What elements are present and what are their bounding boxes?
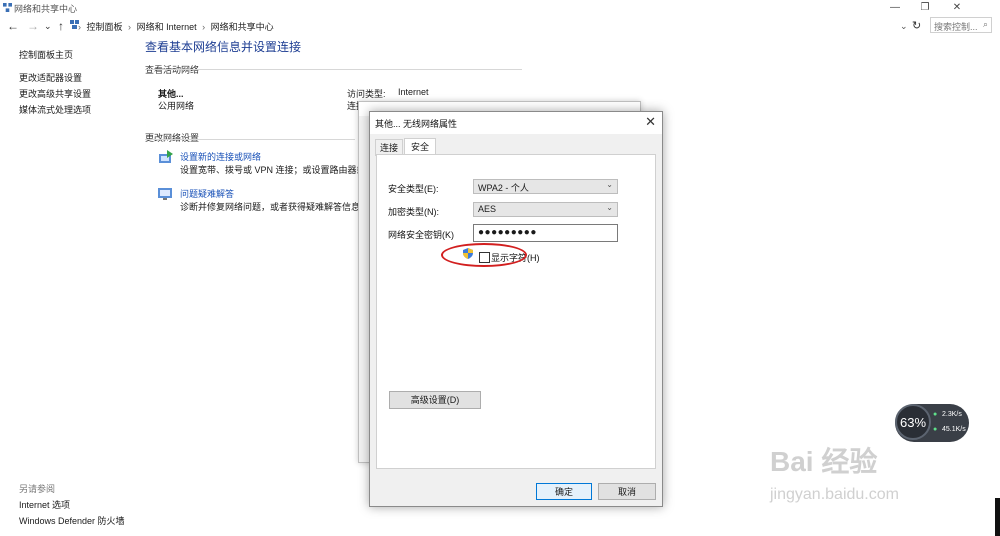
access-type-value: Internet: [398, 87, 429, 97]
cancel-button[interactable]: 取消: [598, 483, 656, 500]
troubleshoot-icon: [158, 188, 172, 200]
up-button[interactable]: ↑: [58, 19, 64, 33]
usage-percent: 63%: [895, 404, 931, 440]
download-speed: 45.1K/s: [942, 426, 966, 433]
edge-bar: [995, 498, 1000, 536]
setup-new-connection-desc: 设置宽带、拨号或 VPN 连接；或设置路由器或接入: [180, 165, 384, 175]
chevron-down-icon: ⌄: [606, 180, 613, 189]
page-title: 查看基本网络信息并设置连接: [145, 40, 302, 54]
breadcrumb-separator: ›: [78, 22, 81, 32]
breadcrumb-network-internet[interactable]: 网络和 Internet: [137, 22, 197, 32]
wireless-properties-dialog: 其他... 无线网络属性 ✕ 连接 安全 安全类型(E): WPA2 - 个人 …: [369, 111, 663, 507]
close-button[interactable]: ✕: [942, 0, 972, 16]
sidebar-item-control-panel-home[interactable]: 控制面板主页: [19, 48, 73, 61]
baidu-watermark-url: jingyan.baidu.com: [770, 486, 899, 503]
title-bar: 网络和共享中心 — ❐ ✕: [0, 0, 1000, 16]
sidebar-link-windows-defender-firewall[interactable]: Windows Defender 防火墙: [19, 514, 125, 527]
back-button[interactable]: ←: [7, 19, 19, 33]
network-center-icon: [3, 3, 12, 12]
upload-speed: 2.3K/s: [942, 411, 962, 418]
upload-arrow-icon: ●: [933, 411, 938, 418]
sidebar-link-internet-options[interactable]: Internet 选项: [19, 498, 70, 511]
breadcrumb-control-panel[interactable]: 控制面板: [87, 22, 123, 32]
dialog-titlebar: 其他... 无线网络属性 ✕: [370, 112, 662, 134]
security-type-label: 安全类型(E):: [388, 184, 439, 194]
troubleshoot-link[interactable]: 问题疑难解答: [180, 187, 234, 200]
address-dropdown-icon[interactable]: ⌄: [900, 21, 908, 32]
new-connection-icon: [159, 150, 173, 163]
recent-dropdown-button[interactable]: ⌄: [44, 21, 52, 32]
troubleshoot-desc: 诊断并修复网络问题，或者获得疑难解答信息。: [180, 202, 370, 212]
divider: [145, 69, 522, 70]
restore-button[interactable]: ❐: [910, 0, 940, 16]
baidu-watermark: Bai 经验: [770, 446, 878, 477]
security-type-select[interactable]: WPA2 - 个人 ⌄: [473, 179, 618, 194]
breadcrumb-network-sharing-center[interactable]: 网络和共享中心: [211, 22, 274, 32]
refresh-button[interactable]: ↻: [912, 19, 921, 32]
advanced-settings-button[interactable]: 高级设置(D): [389, 391, 481, 409]
network-type: 公用网络: [158, 101, 195, 111]
encryption-type-value: AES: [478, 204, 497, 214]
highlight-annotation: [441, 243, 527, 267]
sidebar-item-advanced-sharing[interactable]: 更改高级共享设置: [19, 87, 91, 100]
download-arrow-icon: ●: [933, 426, 938, 433]
breadcrumb-separator: ›: [202, 22, 206, 32]
encryption-type-label: 加密类型(N):: [388, 207, 439, 217]
encryption-type-select[interactable]: AES ⌄: [473, 202, 618, 217]
network-speed-widget: 63% ● 2.3K/s ● 45.1K/s: [895, 404, 969, 442]
search-icon: ⌕: [982, 19, 988, 29]
minimize-button[interactable]: —: [880, 0, 910, 16]
breadcrumb-separator: ›: [128, 22, 132, 32]
change-settings-label: 更改网络设置: [145, 133, 200, 143]
window-title: 网络和共享中心: [14, 4, 78, 14]
search-input[interactable]: 搜索控制... ⌕: [930, 17, 992, 33]
security-panel: 安全类型(E): WPA2 - 个人 ⌄ 加密类型(N): AES ⌄ 网络安全…: [376, 154, 656, 469]
see-also-heading: 另请参阅: [19, 484, 56, 494]
network-key-input[interactable]: ●●●●●●●●●: [473, 224, 618, 242]
dialog-close-button[interactable]: ✕: [645, 114, 656, 130]
network-key-label: 网络安全密钥(K): [388, 230, 454, 240]
forward-button[interactable]: →: [27, 19, 39, 33]
setup-new-connection-link[interactable]: 设置新的连接或网络: [180, 150, 261, 163]
ok-button[interactable]: 确定: [536, 483, 592, 500]
chevron-down-icon: ⌄: [606, 203, 613, 212]
divider: [145, 139, 355, 140]
search-placeholder: 搜索控制...: [934, 22, 978, 32]
dialog-title: 其他... 无线网络属性: [375, 119, 458, 129]
sidebar-item-media-streaming[interactable]: 媒体流式处理选项: [19, 103, 91, 116]
security-type-value: WPA2 - 个人: [478, 183, 529, 193]
breadcrumb: › 控制面板 › 网络和 Internet › 网络和共享中心: [78, 20, 277, 33]
sidebar-item-adapter-settings[interactable]: 更改适配器设置: [19, 71, 82, 84]
